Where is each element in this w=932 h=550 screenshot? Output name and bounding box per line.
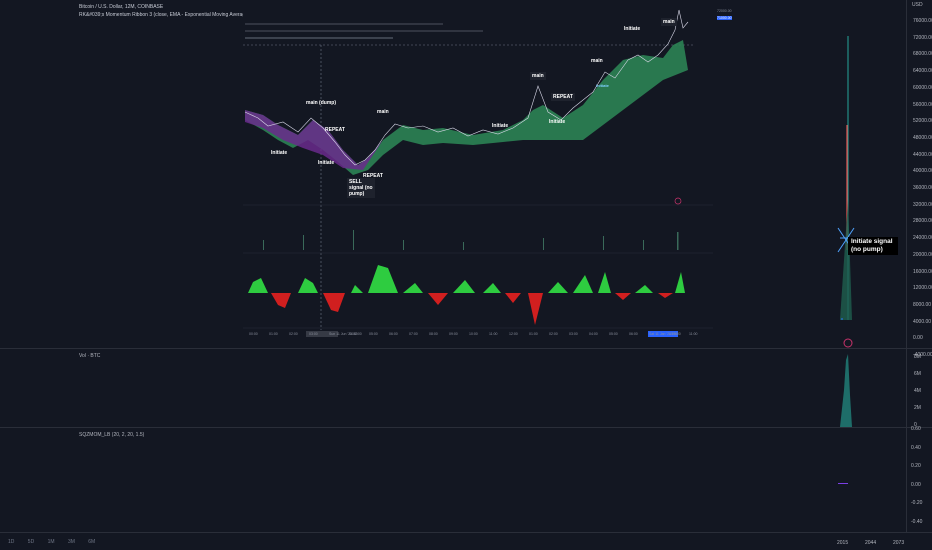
inner-x-tick: 12:00 xyxy=(509,332,518,336)
inner-axis-label: 72000.00 xyxy=(717,9,732,13)
annotation-sell-signal: SELL signal (no pump) xyxy=(347,178,375,198)
pane-separator[interactable] xyxy=(0,348,932,349)
range-button[interactable]: 1D xyxy=(8,539,14,545)
price-tick: 60000.00 xyxy=(913,84,932,91)
annotation-main: main xyxy=(661,18,677,26)
price-tick: 16000.00 xyxy=(913,268,932,275)
annotation-main: main xyxy=(530,72,546,80)
vol-tick: 8M xyxy=(914,354,921,360)
annotation-initiate: Initiate xyxy=(549,119,566,125)
inner-x-tick: 06:00 xyxy=(389,332,398,336)
volume-bars xyxy=(840,354,852,427)
embedded-chart xyxy=(243,0,723,345)
sqz-tick: 0.00 xyxy=(911,481,921,488)
inner-x-tick: 08:00 xyxy=(429,332,438,336)
inner-x-tick: 10:00 xyxy=(669,332,678,336)
inner-x-tick: 01:00 xyxy=(269,332,278,336)
sqz-zero-line xyxy=(838,483,848,484)
inner-x-tick: 05:00 xyxy=(609,332,618,336)
pane-separator xyxy=(0,532,932,533)
price-tick: 28000.00 xyxy=(913,218,932,225)
price-tick: 72000.00 xyxy=(913,34,932,41)
vol-pane-label[interactable]: Vol · BTC xyxy=(79,353,100,359)
price-tick: 4000.00 xyxy=(913,318,932,325)
annotation-repeat: REPEAT xyxy=(325,127,345,133)
price-tick: 20000.00 xyxy=(913,251,932,258)
inner-x-tick: 01:00 xyxy=(529,332,538,336)
inner-x-tick: 02:00 xyxy=(289,332,298,336)
sqz-tick: -0.20 xyxy=(911,500,923,506)
range-button[interactable]: 5D xyxy=(28,539,34,545)
inner-x-tick: 09:00 xyxy=(449,332,458,336)
inner-x-tick: 11:00 xyxy=(689,332,698,336)
inner-x-tick: 05:00 xyxy=(369,332,378,336)
annotation-main: main xyxy=(591,58,603,64)
vol-tick: 6M xyxy=(914,371,921,377)
inner-x-tick: 07:00 xyxy=(409,332,418,336)
price-tick: 12000.00 xyxy=(913,285,932,292)
range-button[interactable]: 1M xyxy=(48,539,55,545)
pane-separator[interactable] xyxy=(0,427,932,428)
sqz-tick: 0.40 xyxy=(911,444,921,451)
annotation-initiate: Initiate xyxy=(318,160,335,166)
price-tick: 48000.00 xyxy=(913,134,932,141)
year-label: 2044 xyxy=(865,540,877,546)
inner-x-tick: 10:00 xyxy=(469,332,478,336)
price-tick: 64000.00 xyxy=(913,68,932,75)
annotation-repeat: REPEAT xyxy=(551,93,575,101)
price-tick: 40000.00 xyxy=(913,168,932,175)
inner-axis-current: 71000.00 xyxy=(717,16,732,20)
price-tick: 76000.00 xyxy=(913,18,932,24)
sqz-pane-label[interactable]: SQZMOM_LB (20, 2, 20, 1.5) xyxy=(79,432,144,438)
vol-tick: 4M xyxy=(914,388,921,394)
annotation-initiate: Initiate xyxy=(271,150,288,156)
sqz-tick: 0.20 xyxy=(911,463,921,469)
range-button[interactable]: 3M xyxy=(68,539,75,545)
inner-x-tick: 00:00 xyxy=(249,332,258,336)
inner-x-tick: 04:00 xyxy=(349,332,358,336)
annotation-main-dump: main (dump) xyxy=(306,100,336,106)
price-tick: 8000.00 xyxy=(913,301,932,308)
price-tick: 36000.00 xyxy=(913,185,932,191)
price-tick: 56000.00 xyxy=(913,101,932,108)
range-button[interactable]: 6M xyxy=(88,539,95,545)
chart-title: Bitcoin / U.S. Dollar, 12M, COINBASE xyxy=(79,4,164,10)
signal-annotation: Initiate signal (no pump) xyxy=(848,237,898,255)
annotation-main: main xyxy=(377,109,389,115)
axis-border xyxy=(906,0,907,532)
vol-tick: 2M xyxy=(914,405,921,411)
sqz-tick: 0.60 xyxy=(911,426,921,432)
bottom-toolbar: 1D 5D 1M 3M 6M xyxy=(8,539,107,545)
inner-x-tick: 02:00 xyxy=(549,332,558,336)
year-label: 2015 xyxy=(837,540,849,546)
year-label: 2073 xyxy=(893,540,905,546)
main-price-series xyxy=(840,36,852,320)
price-tick: 52000.00 xyxy=(913,118,932,125)
inner-x-tick: 04:00 xyxy=(589,332,598,336)
sqz-tick: -0.40 xyxy=(911,518,923,525)
price-tick: 32000.00 xyxy=(913,201,932,208)
annotation-initiate: Initiate xyxy=(596,83,609,88)
inner-x-tick: 03:00 xyxy=(309,332,318,336)
price-tick: 44000.00 xyxy=(913,151,932,158)
currency-label[interactable]: USD xyxy=(912,2,923,8)
price-tick: 24000.00 xyxy=(913,235,932,242)
inner-x-tick: 03:00 xyxy=(569,332,578,336)
inner-x-tick: 11:00 xyxy=(489,332,498,336)
annotation-initiate: Initiate xyxy=(492,123,509,129)
annotation-repeat: REPEAT xyxy=(363,173,383,179)
annotation-initiate: Initiate xyxy=(624,26,641,32)
inner-x-tick: 06:00 xyxy=(629,332,638,336)
price-tick: 68000.00 xyxy=(913,51,932,58)
price-tick: 0.00 xyxy=(913,335,923,342)
